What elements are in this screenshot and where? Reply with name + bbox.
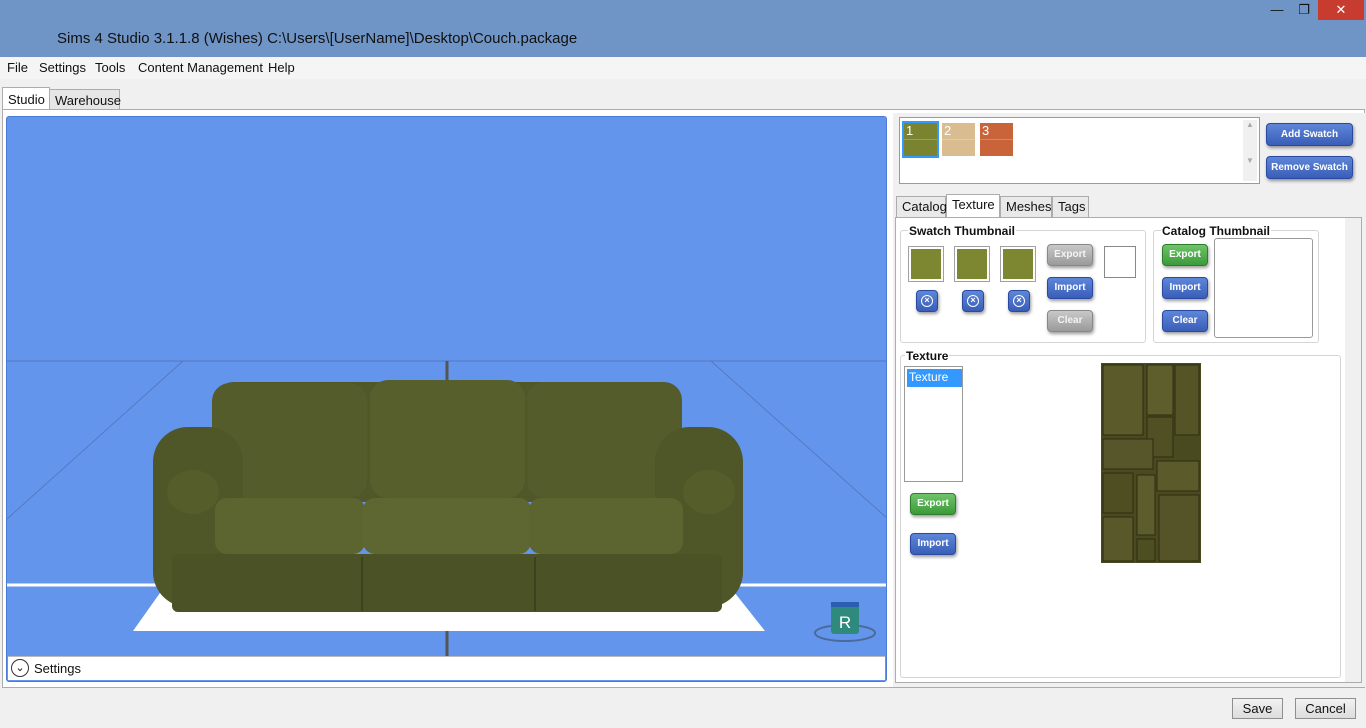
- swatch-item[interactable]: 1: [902, 121, 939, 158]
- tab-warehouse[interactable]: Warehouse: [49, 89, 121, 110]
- remove-swatch-button[interactable]: Remove Swatch: [1266, 156, 1353, 179]
- swatch-list[interactable]: 1 2 3 ▲ ▼: [899, 117, 1260, 184]
- catalog-thumbnail-title: Catalog Thumbnail: [1161, 224, 1271, 238]
- tab-texture[interactable]: Texture: [946, 194, 1000, 217]
- remove-thumbnail-button[interactable]: ×: [916, 290, 938, 312]
- catalog-thumb-preview: [1214, 238, 1313, 338]
- texture-preview-image: [1101, 363, 1201, 563]
- couch-scene: R: [7, 360, 886, 657]
- swatch-number: 2: [944, 123, 952, 138]
- swatch-thumb-preview: [1104, 246, 1136, 278]
- tab-studio[interactable]: Studio: [2, 87, 50, 111]
- texture-export-button[interactable]: Export: [910, 493, 956, 515]
- swatch-thumbnail-title: Swatch Thumbnail: [908, 224, 1017, 238]
- restore-button[interactable]: ❐: [1290, 0, 1318, 20]
- swatch-thumb-export-button[interactable]: Export: [1047, 244, 1093, 266]
- menu-file[interactable]: File: [7, 60, 28, 75]
- close-button[interactable]: ✕: [1318, 0, 1364, 20]
- tab-meshes[interactable]: Meshes: [1000, 196, 1052, 217]
- swatch-thumb-import-button[interactable]: Import: [1047, 277, 1093, 299]
- texture-import-button[interactable]: Import: [910, 533, 956, 555]
- swatch-item[interactable]: 3: [980, 123, 1013, 156]
- catalog-thumb-export-button[interactable]: Export: [1162, 244, 1208, 266]
- viewport-settings-bar[interactable]: ⌄ Settings: [8, 656, 885, 680]
- menu-bar: File Settings Tools Content Management H…: [0, 57, 1366, 79]
- catalog-thumb-clear-button[interactable]: Clear: [1162, 310, 1208, 332]
- catalog-thumb-import-button[interactable]: Import: [1162, 277, 1208, 299]
- tab-catalog[interactable]: Catalog: [896, 196, 947, 217]
- texture-group-title: Texture: [905, 349, 950, 363]
- menu-help[interactable]: Help: [268, 60, 295, 75]
- texture-list[interactable]: Texture: [904, 366, 963, 482]
- cancel-button[interactable]: Cancel: [1295, 698, 1356, 719]
- window-title: Sims 4 Studio 3.1.1.8 (Wishes) C:\Users\…: [57, 30, 578, 47]
- swatch-thumbnail-slot[interactable]: [1000, 246, 1036, 282]
- swatch-item[interactable]: 2: [942, 123, 975, 156]
- close-circle-icon: ×: [1013, 295, 1025, 307]
- list-item[interactable]: Texture: [907, 369, 962, 387]
- title-bar: Sims 4 Studio 3.1.1.8 (Wishes) C:\Users\…: [0, 0, 1366, 57]
- close-circle-icon: ×: [921, 295, 933, 307]
- remove-thumbnail-button[interactable]: ×: [1008, 290, 1030, 312]
- swatch-number: 3: [982, 123, 990, 138]
- menu-content-management[interactable]: Content Management: [138, 60, 263, 75]
- pane-scrollbar[interactable]: [1345, 218, 1361, 682]
- chevron-down-icon[interactable]: ⌄: [11, 659, 29, 677]
- save-button[interactable]: Save: [1232, 698, 1283, 719]
- menu-settings[interactable]: Settings: [39, 60, 86, 75]
- swatch-list-scrollbar[interactable]: ▲ ▼: [1243, 120, 1257, 181]
- viewport-settings-label: Settings: [34, 661, 81, 676]
- add-swatch-button[interactable]: Add Swatch: [1266, 123, 1353, 146]
- remove-thumbnail-button[interactable]: ×: [962, 290, 984, 312]
- tab-tags[interactable]: Tags: [1052, 196, 1089, 217]
- swatch-thumbnail-slot[interactable]: [954, 246, 990, 282]
- swatch-number: 1: [906, 123, 914, 138]
- close-circle-icon: ×: [967, 295, 979, 307]
- swatch-thumbnail-slot[interactable]: [908, 246, 944, 282]
- menu-tools[interactable]: Tools: [95, 60, 125, 75]
- swatch-thumb-clear-button[interactable]: Clear: [1047, 310, 1093, 332]
- minimize-button[interactable]: —: [1264, 0, 1290, 20]
- viewport-badge: R: [839, 613, 851, 632]
- 3d-viewport[interactable]: R ⌄ Settings: [6, 116, 887, 682]
